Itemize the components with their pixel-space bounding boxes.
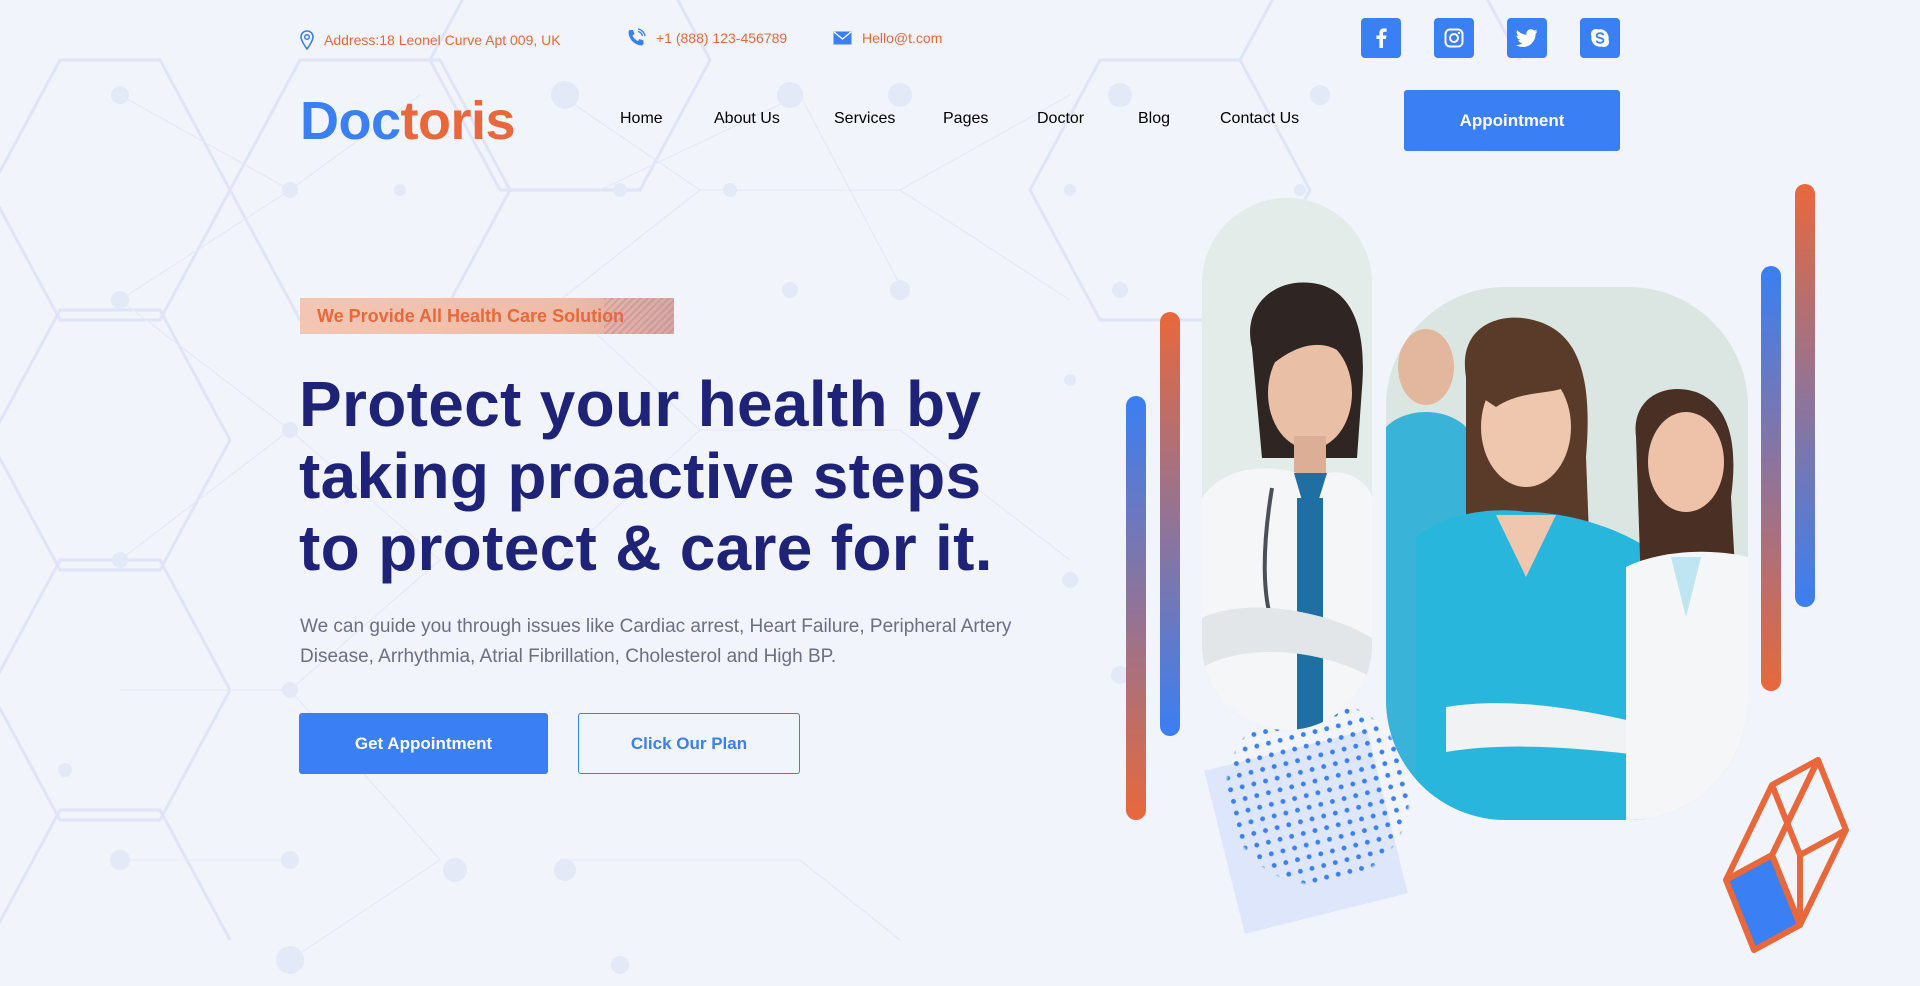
- nav-doctor[interactable]: Doctor: [1037, 110, 1084, 128]
- tagline-text: We Provide All Health Care Solution: [317, 305, 625, 326]
- doctor-photo-2: [1386, 287, 1748, 820]
- email-text: Hello@t.com: [862, 30, 943, 46]
- logo[interactable]: Doctoris: [300, 90, 516, 152]
- nav-pages[interactable]: Pages: [943, 110, 988, 128]
- address-info: Address:18 Leonel Curve Apt 009, UK: [300, 30, 561, 50]
- headline-line-3: to protect & care for it.: [299, 512, 993, 584]
- skype-icon: [1591, 29, 1609, 47]
- decor-bar: [1126, 396, 1146, 820]
- phone-icon: [628, 28, 646, 46]
- nav-contact-us[interactable]: Contact Us: [1220, 110, 1299, 128]
- address-text: Address:18 Leonel Curve Apt 009, UK: [324, 32, 561, 48]
- appointment-button[interactable]: Appointment: [1404, 90, 1620, 151]
- hero-description: We can guide you through issues like Car…: [300, 616, 1012, 667]
- decor-bar: [1761, 266, 1781, 691]
- headline-line-1: Protect your health by: [299, 368, 982, 440]
- hero-tagline: We Provide All Health Care Solution: [300, 298, 674, 334]
- hero-headline: Protect your health by taking proactive …: [299, 368, 1059, 584]
- instagram-icon: [1444, 28, 1464, 48]
- map-pin-icon: [300, 30, 314, 50]
- nav-about-us[interactable]: About Us: [714, 110, 780, 128]
- nav-home[interactable]: Home: [620, 110, 663, 128]
- doctor-illustration-2: [1386, 287, 1748, 820]
- skype-button[interactable]: [1580, 18, 1620, 58]
- logo-part-2: toris: [400, 91, 516, 151]
- decor-bar: [1160, 312, 1180, 736]
- facebook-button[interactable]: [1361, 18, 1401, 58]
- get-appointment-button[interactable]: Get Appointment: [299, 713, 548, 774]
- email-info[interactable]: Hello@t.com: [833, 30, 942, 46]
- decor-bar: [1795, 184, 1815, 607]
- envelope-icon: [833, 31, 852, 45]
- doctor-photo-1: [1202, 198, 1372, 730]
- instagram-button[interactable]: [1434, 18, 1474, 58]
- twitter-button[interactable]: [1507, 18, 1547, 58]
- facebook-icon: [1376, 28, 1387, 48]
- top-bar: Address:18 Leonel Curve Apt 009, UK +1 (…: [300, 18, 1622, 60]
- twitter-icon: [1516, 29, 1538, 47]
- logo-part-1: Doc: [300, 91, 401, 151]
- click-our-plan-button[interactable]: Click Our Plan: [578, 713, 800, 774]
- doctor-illustration-1: [1202, 198, 1372, 730]
- phone-info[interactable]: +1 (888) 123-456789: [626, 28, 787, 48]
- phone-text: +1 (888) 123-456789: [656, 30, 788, 46]
- cube-decoration: [1723, 757, 1849, 953]
- nav-services[interactable]: Services: [834, 110, 895, 128]
- headline-line-2: taking proactive steps: [299, 440, 982, 512]
- nav-blog[interactable]: Blog: [1138, 110, 1170, 128]
